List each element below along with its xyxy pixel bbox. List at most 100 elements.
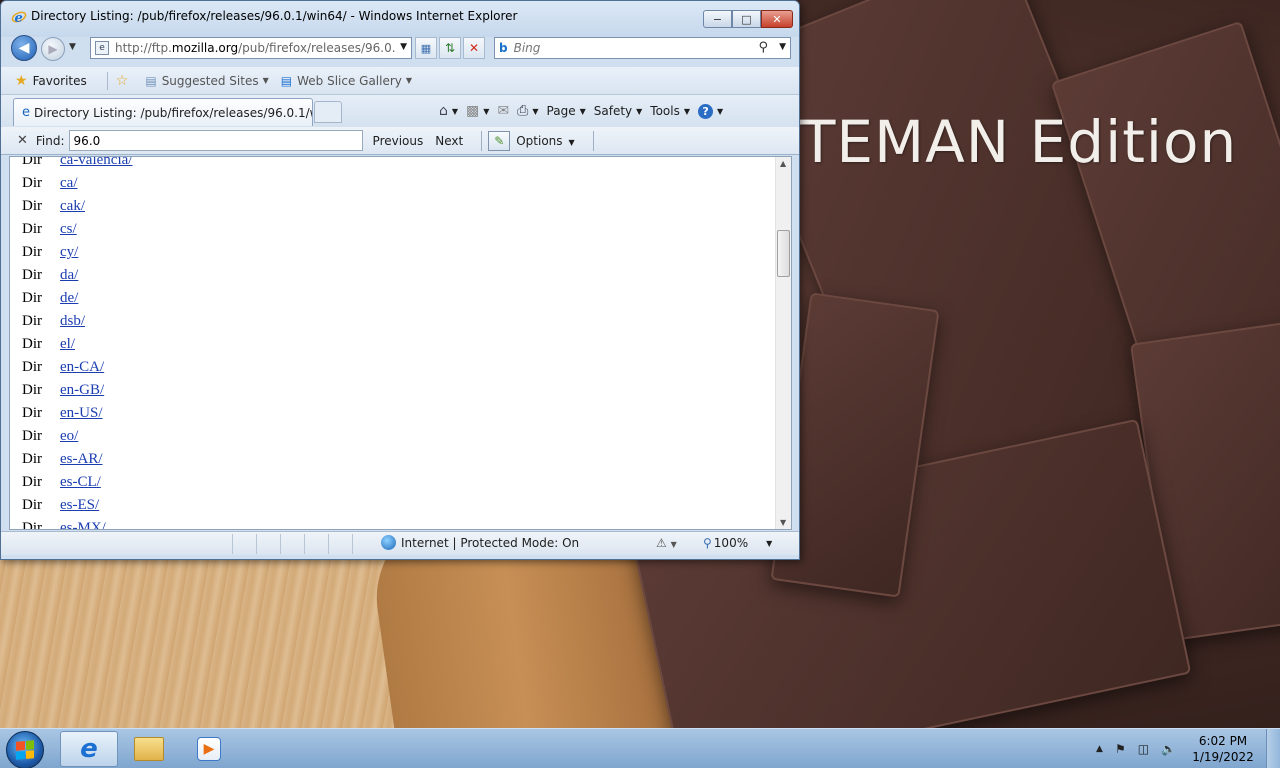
windows-logo-icon xyxy=(16,740,34,760)
show-hidden-icons-button[interactable]: ▲ xyxy=(1096,744,1103,754)
vertical-scrollbar[interactable]: ▲ ▼ xyxy=(775,157,791,529)
directory-link[interactable]: en-GB/ xyxy=(60,382,104,399)
home-button[interactable]: ⌂ ▼ xyxy=(439,103,458,119)
directory-link[interactable]: en-US/ xyxy=(60,405,103,422)
scroll-down-icon[interactable]: ▼ xyxy=(780,518,786,527)
entry-type: Dir xyxy=(22,497,42,513)
status-segment xyxy=(281,533,305,554)
volume-muted-icon[interactable]: 🔈 xyxy=(1161,742,1176,756)
ie-logo-icon: e xyxy=(11,9,27,26)
address-dropdown[interactable]: ▼ xyxy=(400,42,407,52)
security-zone-label: Internet | Protected Mode: On xyxy=(401,535,580,550)
scrollbar-thumb[interactable] xyxy=(777,230,790,277)
highlight-matches-button[interactable]: ✎ xyxy=(488,130,511,151)
print-button[interactable]: ⎙ ▼ xyxy=(517,103,538,119)
tab-directory-listing[interactable]: e Directory Listing: /pub/firefox/releas… xyxy=(13,98,313,126)
entry-type: Dir xyxy=(22,198,42,214)
directory-link[interactable]: es-ES/ xyxy=(60,497,99,514)
back-button[interactable]: ◀ xyxy=(11,35,37,61)
search-input[interactable] xyxy=(513,41,754,55)
window-titlebar[interactable]: e Directory Listing: /pub/firefox/releas… xyxy=(1,1,799,37)
feeds-button[interactable]: ▩ ▼ xyxy=(466,103,489,119)
favorites-button[interactable]: ★ Favorites xyxy=(15,73,87,89)
start-button[interactable] xyxy=(6,731,44,768)
add-favorite-icon: ☆ xyxy=(115,72,129,89)
find-options-label: Options xyxy=(516,133,563,148)
directory-link[interactable]: es-MX/ xyxy=(60,520,106,529)
status-segment xyxy=(257,533,281,554)
directory-link[interactable]: de/ xyxy=(60,290,78,307)
close-find-bar-icon[interactable]: ✕ xyxy=(17,133,28,148)
listing-row: Dir cak/ xyxy=(10,195,776,218)
entry-type: Dir xyxy=(22,405,42,421)
favorites-label: Favorites xyxy=(32,73,87,88)
taskbar-media-player[interactable]: ▶ xyxy=(180,731,238,767)
web-slice-gallery-link[interactable]: ▤ Web Slice Gallery ▼ xyxy=(281,74,412,88)
entry-type: Dir xyxy=(22,474,42,490)
show-desktop-button[interactable] xyxy=(1266,729,1280,768)
command-bar: ⌂ ▼ ▩ ▼ ✉ ⎙ ▼ Page ▼ Safety ▼ Tools ▼ ? ▼ xyxy=(439,101,731,121)
listing-row: Dir da/ xyxy=(10,264,776,287)
ie-window: e Directory Listing: /pub/firefox/releas… xyxy=(0,0,800,560)
find-next-button[interactable]: Next xyxy=(435,134,463,148)
chevron-down-icon: ▼ xyxy=(670,540,677,549)
maximize-button[interactable]: □ xyxy=(732,10,761,28)
directory-link[interactable]: ca/ xyxy=(60,175,77,192)
taskbar-windows-explorer[interactable] xyxy=(120,731,178,767)
zoom-icon: ⚲ xyxy=(703,536,712,550)
help-button[interactable]: ? ▼ xyxy=(698,103,723,119)
scroll-up-icon[interactable]: ▲ xyxy=(780,159,786,168)
compatibility-view-button[interactable]: ▦ xyxy=(415,37,437,59)
find-options-button[interactable]: Options ▼ xyxy=(516,134,574,148)
directory-link[interactable]: cs/ xyxy=(60,221,77,238)
entry-type: Dir xyxy=(22,520,42,530)
clock[interactable]: 6:02 PM 1/19/2022 xyxy=(1188,733,1258,765)
find-input[interactable] xyxy=(68,130,363,151)
new-tab-button[interactable] xyxy=(314,101,342,123)
refresh-button[interactable]: ⇅ xyxy=(439,37,461,59)
recent-pages-dropdown[interactable]: ▼ xyxy=(69,42,76,52)
search-icon[interactable]: ⚲ xyxy=(758,40,768,55)
page-icon: e xyxy=(95,41,109,55)
read-mail-button[interactable]: ✉ xyxy=(497,103,509,119)
zoom-control[interactable]: ⚲ 100% ▼ xyxy=(703,536,772,550)
action-center-flag-icon[interactable]: ⚑ xyxy=(1115,742,1126,756)
directory-link[interactable]: eo/ xyxy=(60,428,78,445)
network-icon[interactable]: ◫ xyxy=(1138,742,1149,756)
security-zone[interactable]: Internet | Protected Mode: On xyxy=(381,535,579,550)
add-to-favorites-bar-button[interactable]: ☆ xyxy=(116,73,134,89)
search-box[interactable]: b ⚲ ▼ xyxy=(494,37,791,59)
entry-type: Dir xyxy=(22,156,42,168)
url-domain: mozilla.org xyxy=(171,41,239,55)
protected-mode-button[interactable]: ⚠ ▼ xyxy=(656,536,677,550)
page-menu[interactable]: Page ▼ xyxy=(547,104,586,118)
listing-row: Dir es-CL/ xyxy=(10,471,776,494)
directory-link[interactable]: es-AR/ xyxy=(60,451,103,468)
stop-icon: ✕ xyxy=(468,41,480,55)
close-button[interactable]: ✕ xyxy=(761,10,793,28)
suggested-sites-link[interactable]: ▤ Suggested Sites ▼ xyxy=(145,74,268,88)
entry-type: Dir xyxy=(22,313,42,329)
directory-link[interactable]: el/ xyxy=(60,336,75,353)
directory-link[interactable]: cy/ xyxy=(60,244,78,261)
directory-link[interactable]: ca-valencia/ xyxy=(60,157,132,169)
favorites-star-icon: ★ xyxy=(15,72,28,89)
directory-link[interactable]: da/ xyxy=(60,267,78,284)
web-slice-gallery-label: Web Slice Gallery xyxy=(297,73,402,88)
stop-button[interactable]: ✕ xyxy=(463,37,485,59)
rss-feed-icon: ▩ xyxy=(466,103,480,119)
find-previous-button[interactable]: Previous xyxy=(373,134,424,148)
minimize-button[interactable]: − xyxy=(703,10,732,28)
taskbar-internet-explorer[interactable]: e xyxy=(60,731,118,767)
directory-link[interactable]: en-CA/ xyxy=(60,359,104,376)
safety-menu[interactable]: Safety ▼ xyxy=(594,104,643,118)
suggested-sites-icon: ▤ xyxy=(145,73,157,88)
directory-link[interactable]: es-CL/ xyxy=(60,474,101,491)
forward-button[interactable]: ▶ xyxy=(41,37,65,61)
directory-link[interactable]: cak/ xyxy=(60,198,85,215)
address-bar[interactable]: e http://ftp.mozilla.org/pub/firefox/rel… xyxy=(90,37,412,59)
address-url[interactable]: http://ftp.mozilla.org/pub/firefox/relea… xyxy=(115,41,395,55)
tools-menu[interactable]: Tools ▼ xyxy=(650,104,690,118)
search-options-dropdown[interactable]: ▼ xyxy=(779,42,786,52)
directory-link[interactable]: dsb/ xyxy=(60,313,85,330)
